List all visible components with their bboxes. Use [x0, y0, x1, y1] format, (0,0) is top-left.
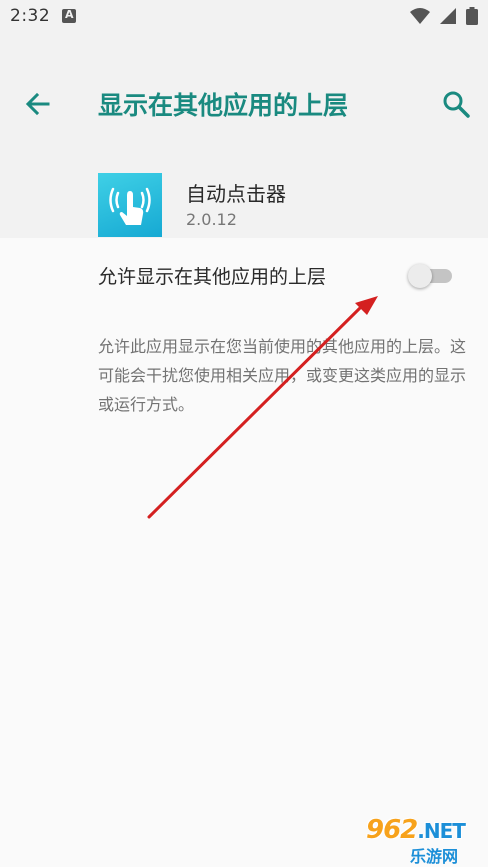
wifi-icon: [409, 8, 430, 24]
overlay-permission-toggle[interactable]: [408, 264, 454, 288]
search-button[interactable]: [440, 88, 472, 120]
back-button[interactable]: [22, 88, 54, 120]
status-icons: [406, 7, 478, 25]
toggle-thumb: [408, 264, 432, 288]
tap-hand-icon: [109, 187, 151, 225]
arrow-back-icon: [25, 92, 50, 116]
page-title: 显示在其他应用的上层: [98, 91, 349, 120]
battery-icon: [466, 7, 478, 25]
accessibility-a-icon: [62, 8, 76, 23]
setting-label: 允许显示在其他应用的上层: [98, 266, 327, 288]
watermark-subtitle: 乐游网: [410, 847, 459, 866]
status-bar: 2:32: [0, 0, 488, 32]
site-watermark: 962.NET 乐游网: [348, 815, 488, 867]
search-icon: [443, 91, 470, 118]
cell-signal-icon: [439, 8, 456, 24]
app-name: 自动点击器: [186, 182, 286, 206]
app-header: 显示在其他应用的上层 自动点击器 2.0.12: [0, 32, 488, 238]
status-time: 2:32: [10, 6, 51, 26]
setting-description: 允许此应用显示在您当前使用的其他应用的上层。这可能会干扰您使用相关应用，或变更这…: [98, 337, 467, 414]
overlay-permission-setting[interactable]: 允许显示在其他应用的上层: [0, 238, 488, 312]
watermark-logo: 962.NET: [366, 815, 466, 845]
app-version: 2.0.12: [186, 210, 237, 229]
app-icon: [98, 173, 162, 237]
